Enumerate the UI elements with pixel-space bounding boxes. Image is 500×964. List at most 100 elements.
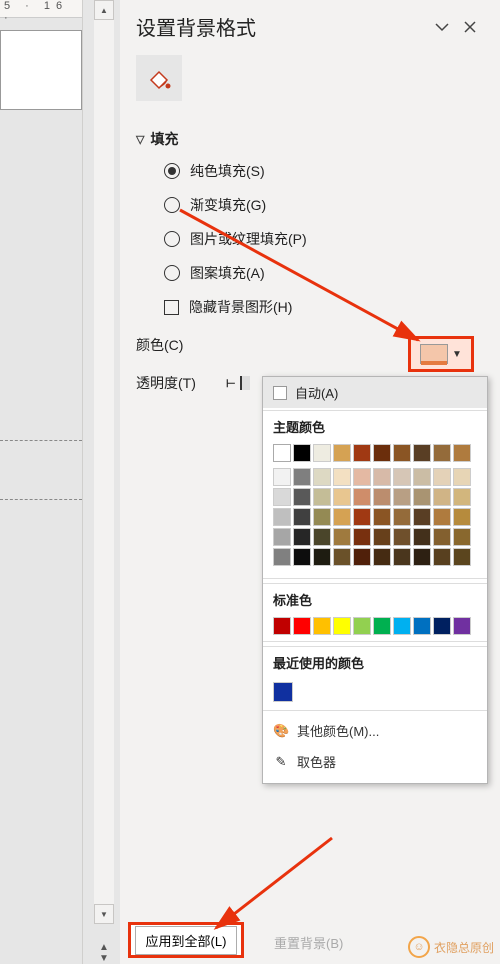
watermark: ☺ 衣隐总原创 [408,936,494,958]
theme-color-shades-grid [263,464,487,574]
color-swatch[interactable] [313,528,331,546]
color-swatch[interactable] [373,488,391,506]
color-swatch[interactable] [333,528,351,546]
color-swatch[interactable] [373,528,391,546]
color-swatch[interactable] [333,468,351,486]
color-swatch[interactable] [273,528,291,546]
reset-background-button[interactable]: 重置背景(B) [274,933,343,952]
color-swatch[interactable] [433,508,451,526]
color-swatch[interactable] [453,617,471,635]
color-swatch[interactable] [293,548,311,566]
prev-next-slide-buttons[interactable]: ▲▼ [94,942,114,964]
color-swatch[interactable] [393,548,411,566]
color-swatch[interactable] [413,468,431,486]
color-swatch[interactable] [273,444,291,462]
theme-color-row [263,442,487,464]
color-swatch[interactable] [433,617,451,635]
color-swatch[interactable] [373,548,391,566]
collapse-panel-icon[interactable] [428,13,456,41]
color-swatch[interactable] [333,617,351,635]
color-swatch[interactable] [453,528,471,546]
color-swatch[interactable] [313,617,331,635]
fill-option-pattern[interactable]: 图案填充(A) [164,263,484,283]
color-swatch[interactable] [333,444,351,462]
color-swatch[interactable] [433,528,451,546]
paint-bucket-icon [420,344,448,364]
color-swatch[interactable] [313,508,331,526]
color-swatch[interactable] [453,488,471,506]
color-swatch[interactable] [273,468,291,486]
color-swatch[interactable] [413,548,431,566]
color-swatch[interactable] [453,468,471,486]
hide-background-graphics-checkbox[interactable]: 隐藏背景图形(H) [164,297,484,317]
color-swatch[interactable] [273,508,291,526]
color-auto-option[interactable]: 自动(A) [263,377,487,408]
color-swatch[interactable] [453,508,471,526]
slide-thumbnail[interactable] [0,30,82,110]
color-swatch[interactable] [433,488,451,506]
color-swatch[interactable] [333,488,351,506]
color-swatch[interactable] [413,528,431,546]
theme-colors-header: 主题颜色 [263,410,487,442]
more-colors-option[interactable]: 🎨其他颜色(M)... [263,715,487,746]
color-swatch[interactable] [293,488,311,506]
color-swatch[interactable] [293,468,311,486]
color-swatch[interactable] [433,548,451,566]
eyedropper-option[interactable]: ✎取色器 [263,746,487,777]
color-swatch[interactable] [373,468,391,486]
color-swatch[interactable] [453,444,471,462]
color-swatch[interactable] [313,548,331,566]
checkbox-icon [164,300,179,315]
color-swatch[interactable] [313,468,331,486]
color-swatch[interactable] [413,508,431,526]
color-swatch[interactable] [273,548,291,566]
color-swatch[interactable] [333,508,351,526]
color-swatch[interactable] [393,488,411,506]
fill-option-picture[interactable]: 图片或纹理填充(P) [164,229,484,249]
palette-icon: 🎨 [273,723,289,739]
color-swatch[interactable] [273,682,293,702]
color-swatch[interactable] [393,444,411,462]
close-panel-icon[interactable] [456,13,484,41]
fill-option-gradient[interactable]: 渐变填充(G) [164,195,484,215]
color-swatch[interactable] [293,528,311,546]
transparency-slider[interactable]: ⊢ [226,376,250,390]
color-swatch[interactable] [333,548,351,566]
fill-section-header[interactable]: ▽ 填充 [136,129,484,149]
color-swatch[interactable] [393,508,411,526]
color-swatch[interactable] [373,444,391,462]
color-swatch[interactable] [433,468,451,486]
color-swatch[interactable] [273,488,291,506]
scroll-up-button[interactable]: ▲ [94,0,114,20]
color-swatch[interactable] [393,528,411,546]
color-swatch[interactable] [373,617,391,635]
scroll-down-button[interactable]: ▼ [94,904,114,924]
color-swatch[interactable] [273,617,291,635]
color-swatch[interactable] [453,548,471,566]
color-swatch[interactable] [373,508,391,526]
fill-option-solid[interactable]: 纯色填充(S) [164,161,484,181]
color-swatch[interactable] [353,488,371,506]
apply-to-all-button[interactable]: 应用到全部(L) [135,926,238,955]
color-swatch[interactable] [313,444,331,462]
color-swatch[interactable] [413,617,431,635]
color-swatch[interactable] [433,444,451,462]
color-swatch[interactable] [413,488,431,506]
color-swatch[interactable] [353,548,371,566]
color-swatch[interactable] [313,488,331,506]
radio-icon [164,163,180,179]
color-swatch[interactable] [393,617,411,635]
color-swatch[interactable] [293,444,311,462]
color-swatch[interactable] [293,508,311,526]
color-picker-button[interactable]: ▼ [408,336,474,372]
color-swatch[interactable] [353,508,371,526]
color-swatch[interactable] [393,468,411,486]
color-swatch[interactable] [413,444,431,462]
fill-category-icon[interactable] [136,55,182,101]
color-swatch[interactable] [353,468,371,486]
color-swatch[interactable] [293,617,311,635]
vertical-scrollbar[interactable] [94,20,114,904]
color-swatch[interactable] [353,617,371,635]
color-swatch[interactable] [353,528,371,546]
color-swatch[interactable] [353,444,371,462]
